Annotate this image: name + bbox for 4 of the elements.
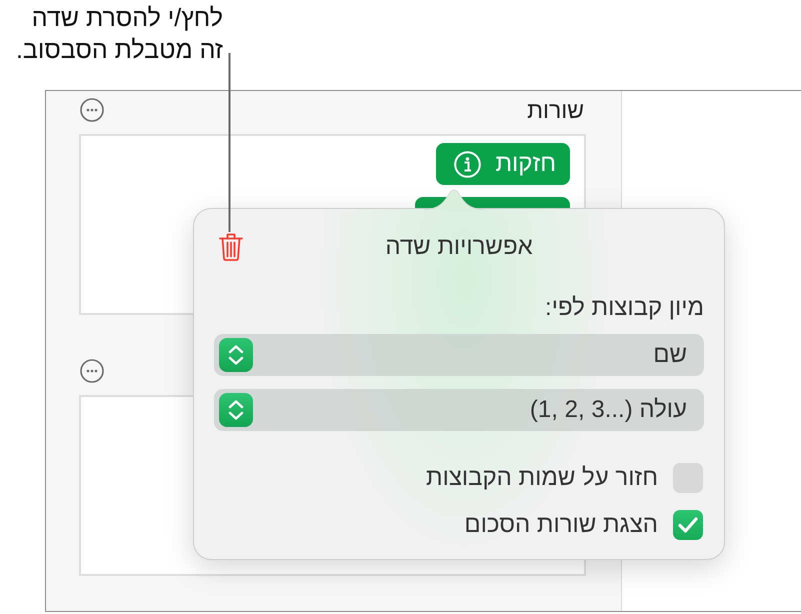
sort-label: מיון קבוצות לפי:: [545, 295, 704, 321]
callout-text: לחץ/י להסרת שדה זה מטבלת הסבסוב.: [16, 3, 223, 66]
section-title: שורות: [527, 97, 585, 123]
popover-title: אפשרויות שדה: [385, 232, 533, 260]
